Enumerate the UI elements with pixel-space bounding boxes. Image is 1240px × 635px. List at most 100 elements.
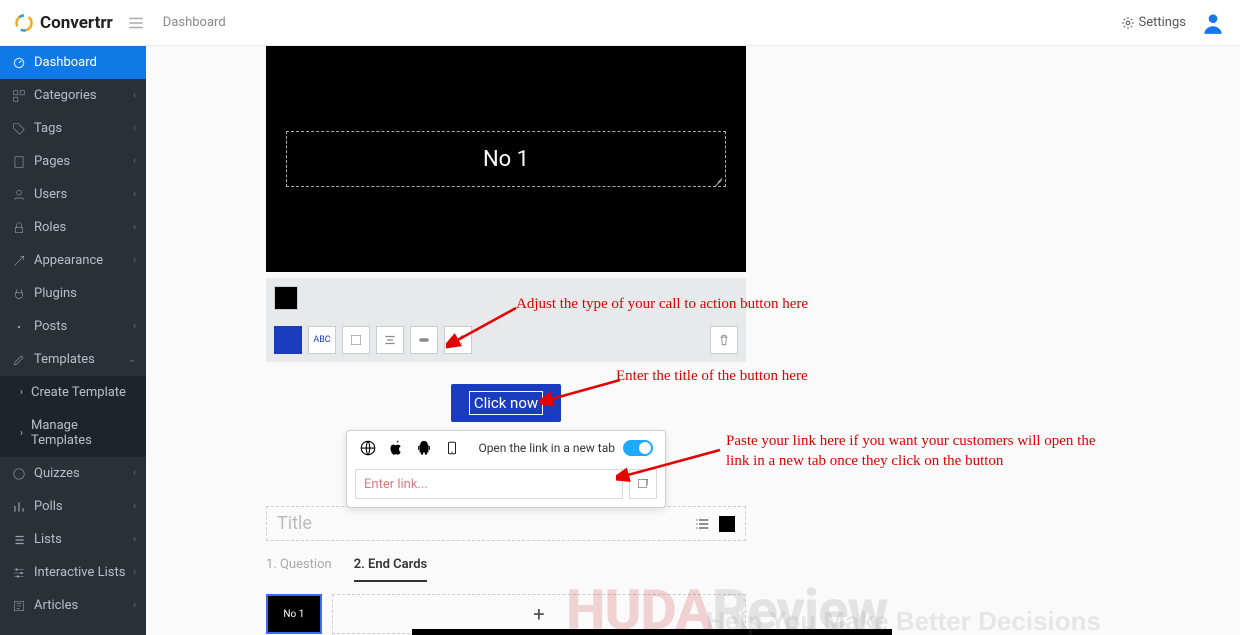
sidebar-item-dashboard[interactable]: Dashboard: [0, 46, 146, 79]
sidebar-label: Roles: [34, 220, 66, 235]
sidebar-label: Posts: [34, 319, 67, 334]
sidebar-item-interactive-lists[interactable]: Interactive Lists ‹: [0, 556, 146, 589]
quiz-icon: [12, 467, 26, 481]
border-style-button[interactable]: [342, 326, 370, 354]
annotation-link: Paste your link here if you want your cu…: [726, 431, 1106, 472]
chevron-left-icon: ‹: [133, 567, 136, 578]
breadcrumb[interactable]: Dashboard: [163, 15, 226, 30]
link-type-button[interactable]: [410, 326, 438, 354]
align-button[interactable]: [376, 326, 404, 354]
brand-logo[interactable]: Convertrr: [14, 13, 113, 33]
title-color-swatch[interactable]: [719, 516, 735, 532]
sidebar-item-users[interactable]: Users ‹: [0, 178, 146, 211]
background-color-swatch[interactable]: [274, 286, 298, 310]
sidebar-label: Polls: [34, 499, 63, 514]
link-input[interactable]: [355, 469, 623, 499]
button-color-swatch[interactable]: [274, 326, 302, 354]
sidebar-label: Appearance: [34, 253, 103, 268]
sidebar-item-roles[interactable]: Roles‹: [0, 211, 146, 244]
tab-end-cards[interactable]: 2. End Cards: [354, 557, 428, 582]
sidebar-item-polls[interactable]: Polls ‹: [0, 490, 146, 523]
sidebar-item-articles[interactable]: Articles‹: [0, 589, 146, 622]
list-icon: [12, 533, 26, 547]
sidebar-label: Pages: [34, 154, 70, 169]
lock-icon: [12, 221, 26, 235]
edit-icon: [12, 353, 26, 367]
watermark-sub: Help You Make Better Decisions: [706, 606, 1101, 635]
chevron-left-icon: ‹: [133, 600, 136, 611]
gear-icon: [1121, 16, 1135, 30]
slide-thumbnail[interactable]: No 1: [266, 594, 322, 634]
sidebar-label: Users: [34, 187, 67, 202]
slide-title-text: No 1: [483, 147, 529, 172]
sidebar-label: Interactive Lists: [34, 565, 125, 580]
sidebar-label: Tags: [34, 121, 62, 136]
platform-apple-icon[interactable]: [387, 439, 405, 457]
chevron-left-icon: ‹: [133, 123, 136, 134]
sidebar-item-tags[interactable]: Tags ‹: [0, 112, 146, 145]
slide-title-input[interactable]: No 1: [286, 131, 726, 187]
link-popover: Open the link in a new tab: [346, 430, 666, 508]
chevron-left-icon: ‹: [133, 255, 136, 266]
chevron-left-icon: ‹: [133, 156, 136, 167]
wand-icon: [12, 254, 26, 268]
sidebar-label: Plugins: [34, 286, 77, 301]
dashboard-icon: [12, 56, 26, 70]
main-area: No 1 ABC Click now Title: [146, 46, 1240, 635]
abc-style-button[interactable]: ABC: [308, 326, 336, 354]
chevron-right-icon: ›: [20, 428, 23, 439]
sidebar-label: Manage Templates: [31, 418, 134, 448]
categories-icon: [12, 89, 26, 103]
newtab-toggle[interactable]: [623, 440, 653, 456]
plug-icon: [12, 287, 26, 301]
link-confirm-button[interactable]: [629, 469, 657, 499]
title-placeholder: Title: [277, 513, 312, 534]
settings-link[interactable]: Settings: [1121, 15, 1186, 30]
effects-button[interactable]: [444, 326, 472, 354]
slide-canvas[interactable]: No 1: [266, 46, 746, 272]
sidebar-label: Templates: [34, 352, 95, 367]
settings-label: Settings: [1139, 15, 1186, 30]
sidebar-item-templates[interactable]: Templates⌄: [0, 343, 146, 376]
cta-toolbar: ABC: [266, 318, 746, 362]
list-style-icon[interactable]: [695, 516, 711, 532]
sidebar-label: Quizzes: [34, 466, 80, 481]
tag-icon: [12, 122, 26, 136]
sidebar-label: Dashboard: [34, 55, 97, 70]
menu-toggle-icon[interactable]: [127, 14, 145, 32]
sidebar-item-manage-templates[interactable]: › Manage Templates: [0, 409, 146, 457]
sidebar: Dashboard Categories ‹ Tags ‹ Pages ‹ Users…: [0, 46, 146, 635]
sidebar-label: Categories: [34, 88, 97, 103]
platform-mobile-icon[interactable]: [443, 439, 461, 457]
sidebar-item-categories[interactable]: Categories ‹: [0, 79, 146, 112]
posts-icon: [12, 320, 26, 334]
sidebar-item-create-template[interactable]: ›Create Template: [0, 376, 146, 409]
sidebar-item-appearance[interactable]: Appearance ‹: [0, 244, 146, 277]
polls-icon: [12, 500, 26, 514]
chevron-left-icon: ‹: [133, 90, 136, 101]
cta-button-text: Click now: [469, 391, 543, 415]
title-field[interactable]: Title: [266, 506, 746, 541]
chevron-left-icon: ‹: [133, 468, 136, 479]
delete-button[interactable]: [710, 326, 738, 354]
cta-button[interactable]: Click now: [451, 384, 561, 422]
sidebar-item-posts[interactable]: Posts‹: [0, 310, 146, 343]
trash-icon: [717, 333, 731, 347]
sidebar-item-plugins[interactable]: Plugins: [0, 277, 146, 310]
topbar: Convertrr Dashboard Settings: [0, 0, 1240, 46]
platform-android-icon[interactable]: [415, 439, 433, 457]
sidebar-item-lists[interactable]: Lists‹: [0, 523, 146, 556]
chevron-left-icon: ‹: [133, 189, 136, 200]
resize-handle-icon[interactable]: [713, 174, 723, 184]
new-tab-icon: [636, 477, 650, 491]
sidebar-item-quizzes[interactable]: Quizzes ‹: [0, 457, 146, 490]
avatar-icon[interactable]: [1200, 10, 1226, 36]
newtab-label: Open the link in a new tab: [478, 441, 615, 455]
sidebar-item-pages[interactable]: Pages ‹: [0, 145, 146, 178]
chevron-left-icon: ‹: [133, 501, 136, 512]
tab-question[interactable]: 1. Question: [266, 557, 332, 582]
users-icon: [12, 188, 26, 202]
brand-name: Convertrr: [40, 13, 113, 33]
chevron-right-icon: ›: [20, 387, 23, 398]
platform-web-icon[interactable]: [359, 439, 377, 457]
